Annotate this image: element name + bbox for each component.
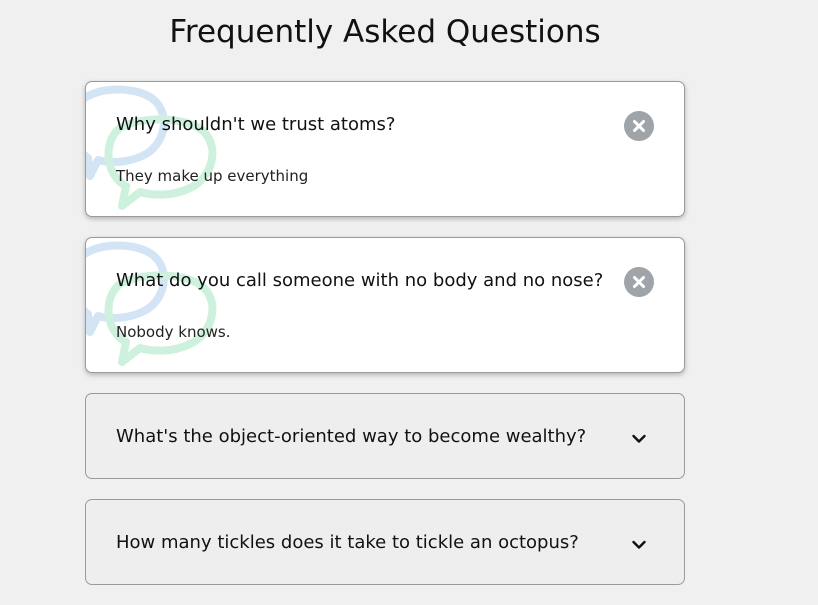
faq-question: How many tickles does it take to tickle … [116, 532, 579, 553]
faq-item: What's the object-oriented way to become… [85, 393, 685, 479]
faq-question: What do you call someone with no body an… [116, 270, 604, 291]
faq-answer: Nobody knows. [116, 323, 231, 341]
page-title: Frequently Asked Questions [169, 14, 601, 50]
faq-toggle-button[interactable] [624, 267, 654, 297]
faq-question: What's the object-oriented way to become… [116, 426, 587, 447]
close-icon [624, 267, 654, 297]
faq-item: What do you call someone with no body an… [85, 237, 685, 373]
faq-list: Why shouldn't we trust atoms? They make … [85, 81, 685, 605]
faq-toggle-button[interactable] [624, 423, 654, 453]
faq-toggle-button[interactable] [624, 111, 654, 141]
faq-answer: They make up everything [116, 167, 309, 185]
faq-item: How many tickles does it take to tickle … [85, 499, 685, 585]
close-icon [624, 111, 654, 141]
chevron-down-icon [632, 434, 646, 443]
faq-question: Why shouldn't we trust atoms? [116, 114, 396, 135]
faq-toggle-button[interactable] [624, 529, 654, 559]
chat-bubbles-icon [86, 85, 217, 210]
chat-bubbles-icon [86, 241, 217, 366]
faq-item: Why shouldn't we trust atoms? They make … [85, 81, 685, 217]
chevron-down-icon [632, 540, 646, 549]
